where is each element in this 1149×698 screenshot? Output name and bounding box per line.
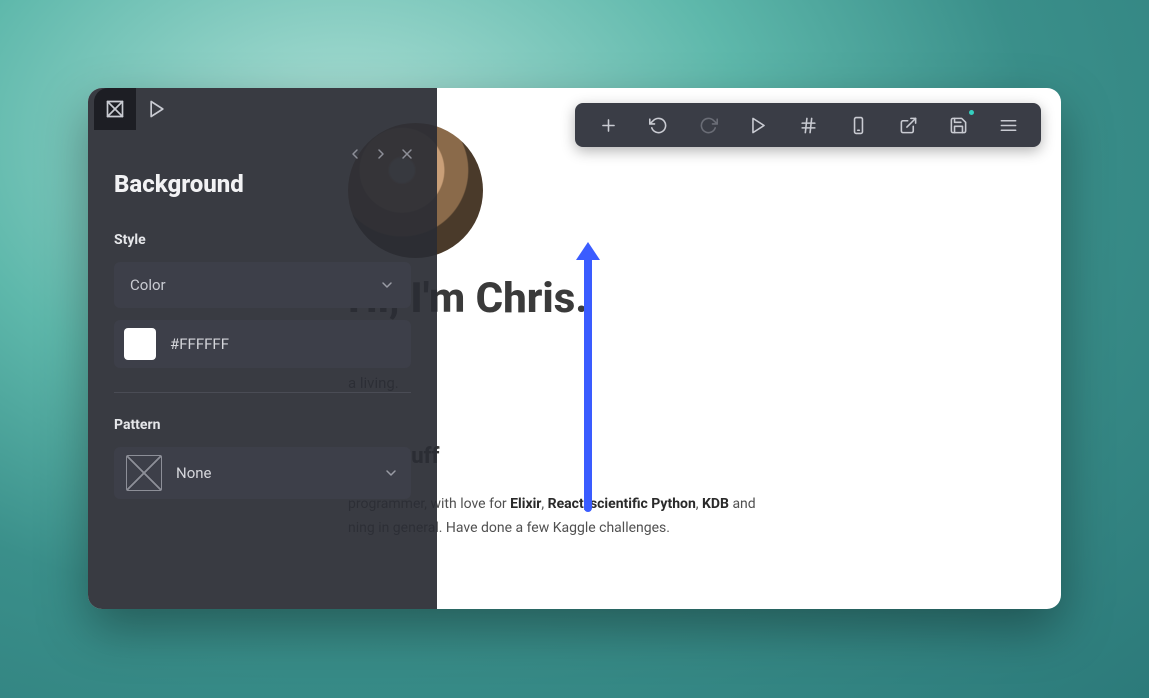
panel-back-button[interactable] — [345, 144, 365, 164]
pattern-select-value: None — [176, 464, 369, 482]
code-button[interactable] — [783, 103, 833, 147]
link-scientific-python[interactable]: scientific Python — [590, 496, 696, 512]
color-input[interactable]: #FFFFFF — [114, 320, 411, 368]
add-button[interactable] — [583, 103, 633, 147]
preview-tab[interactable] — [136, 88, 178, 130]
play-icon — [749, 116, 768, 135]
section-heading: Fun Stuff — [348, 444, 1028, 469]
undo-button[interactable] — [633, 103, 683, 147]
panel-forward-button[interactable] — [371, 144, 391, 164]
chevron-down-icon — [383, 465, 399, 481]
unsaved-indicator-icon — [969, 110, 974, 115]
menu-icon — [999, 116, 1018, 135]
page-headline: Hi, I'm Chris. — [348, 274, 1028, 323]
panel-nav — [88, 130, 437, 170]
link-react[interactable]: React — [548, 496, 584, 512]
style-select-value: Color — [130, 276, 166, 294]
pattern-select[interactable]: None — [114, 447, 411, 499]
play-icon — [147, 99, 167, 119]
layout-tab[interactable] — [94, 88, 136, 130]
page-subtitle-1: r. — [348, 341, 1028, 364]
panel-title: Background — [114, 170, 411, 198]
color-swatch — [124, 328, 156, 360]
chevron-down-icon — [379, 277, 395, 293]
link-elixir[interactable]: Elixir — [510, 496, 541, 512]
external-link-icon — [899, 116, 918, 135]
frame-icon — [105, 99, 125, 119]
redo-button[interactable] — [683, 103, 733, 147]
panel-close-button[interactable] — [397, 144, 417, 164]
chevron-left-icon — [347, 146, 363, 162]
pattern-none-icon — [126, 455, 162, 491]
redo-icon — [699, 116, 718, 135]
panel-topbar — [88, 88, 437, 130]
link-kdb[interactable]: KDB — [702, 496, 729, 512]
open-external-button[interactable] — [883, 103, 933, 147]
panel-body: Background Style Color #FFFFFF Pattern N… — [88, 170, 437, 499]
chevron-right-icon — [373, 146, 389, 162]
editor-toolbar — [575, 103, 1041, 147]
undo-icon — [649, 116, 668, 135]
save-icon — [949, 116, 968, 135]
smartphone-icon — [849, 116, 868, 135]
pattern-label: Pattern — [114, 417, 411, 433]
menu-button[interactable] — [983, 103, 1033, 147]
hash-icon — [799, 116, 818, 135]
style-select[interactable]: Color — [114, 262, 411, 308]
save-button[interactable] — [933, 103, 983, 147]
device-button[interactable] — [833, 103, 883, 147]
divider — [114, 392, 411, 393]
style-label: Style — [114, 232, 411, 248]
page-content: Hi, I'm Chris. r. a living. Fun Stuff pr… — [348, 123, 1028, 541]
text-fragment: and — [729, 496, 756, 512]
inspector-panel: Background Style Color #FFFFFF Pattern N… — [88, 88, 437, 609]
page-subtitle-2: a living. — [348, 372, 1028, 395]
preview-button[interactable] — [733, 103, 783, 147]
color-hex-value: #FFFFFF — [170, 335, 229, 353]
close-icon — [399, 146, 415, 162]
plus-icon — [599, 116, 618, 135]
